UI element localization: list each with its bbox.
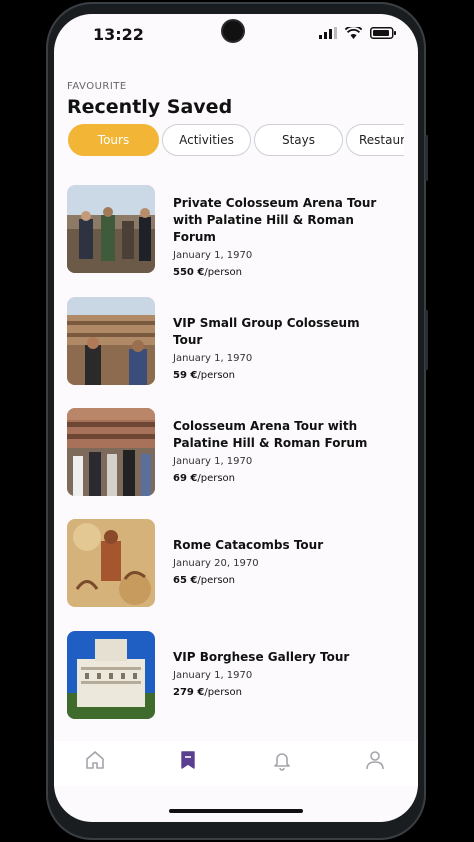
wifi-icon <box>345 27 362 39</box>
item-price: 59 € <box>173 370 198 381</box>
status-icons <box>319 27 396 39</box>
item-price-line: 59 €/person <box>173 370 393 381</box>
signal-icon <box>319 27 337 39</box>
item-info: Rome Catacombs Tour January 20, 1970 65 … <box>173 537 393 586</box>
home-indicator[interactable] <box>169 809 303 813</box>
item-date: January 1, 1970 <box>173 250 253 261</box>
item-price-line: 69 €/person <box>173 473 393 484</box>
bottom-nav <box>54 741 418 786</box>
item-date: January 1, 1970 <box>173 353 253 364</box>
page-title: Recently Saved <box>67 96 233 118</box>
item-price-unit: /person <box>197 473 236 484</box>
list-item[interactable]: VIP Borghese Gallery Tour January 1, 197… <box>67 631 407 719</box>
item-price-line: 65 €/person <box>173 575 393 586</box>
front-camera <box>223 21 243 41</box>
item-price-unit: /person <box>197 575 236 586</box>
screen: 13:22 FAVOURITE Recently Saved Tours Act… <box>54 14 418 822</box>
item-title: Colosseum Arena Tour with Palatine Hill … <box>173 419 368 450</box>
item-title: VIP Borghese Gallery Tour <box>173 650 350 664</box>
item-date: January 1, 1970 <box>173 670 253 681</box>
tab-activities[interactable]: Activities <box>162 124 251 156</box>
item-price-unit: /person <box>204 687 242 698</box>
tour-thumbnail <box>67 631 155 719</box>
item-price: 65 € <box>173 575 198 586</box>
power-button <box>425 310 428 370</box>
bookmark-icon[interactable] <box>177 749 199 771</box>
list-item[interactable]: Rome Catacombs Tour January 20, 1970 65 … <box>67 519 407 607</box>
tour-thumbnail <box>67 519 155 607</box>
status-time: 13:22 <box>93 25 144 44</box>
item-date: January 20, 1970 <box>173 558 259 569</box>
item-title: Private Colosseum Arena Tour with Palati… <box>173 196 377 244</box>
tour-thumbnail <box>67 185 155 273</box>
item-price-line: 279 €/person <box>173 687 393 698</box>
item-date: January 1, 1970 <box>173 456 253 467</box>
tab-stays[interactable]: Stays <box>254 124 343 156</box>
item-info: VIP Small Group Colosseum Tour January 1… <box>173 315 393 381</box>
item-info: Private Colosseum Arena Tour with Palati… <box>173 195 393 278</box>
list-item[interactable]: VIP Small Group Colosseum Tour January 1… <box>67 297 407 385</box>
list-item[interactable]: Private Colosseum Arena Tour with Palati… <box>67 185 407 278</box>
item-info: VIP Borghese Gallery Tour January 1, 197… <box>173 649 393 698</box>
item-price: 279 € <box>173 687 205 698</box>
item-info: Colosseum Arena Tour with Palatine Hill … <box>173 418 393 484</box>
tour-thumbnail <box>67 297 155 385</box>
item-title: VIP Small Group Colosseum Tour <box>173 316 360 347</box>
tab-tours[interactable]: Tours <box>68 124 159 156</box>
category-tabs: Tours Activities Stays Restaurants <box>68 124 404 156</box>
item-title: Rome Catacombs Tour <box>173 538 324 552</box>
home-icon[interactable] <box>84 749 106 771</box>
tab-restaurants[interactable]: Restaurants <box>346 124 404 156</box>
battery-icon <box>370 27 396 39</box>
list-item[interactable]: Colosseum Arena Tour with Palatine Hill … <box>67 408 407 496</box>
status-bar: 13:22 <box>54 14 418 58</box>
item-price: 550 € <box>173 267 205 278</box>
item-price-unit: /person <box>204 267 242 278</box>
item-price-line: 550 €/person <box>173 267 393 278</box>
user-icon[interactable] <box>364 749 386 771</box>
tour-thumbnail <box>67 408 155 496</box>
item-price: 69 € <box>173 473 198 484</box>
section-eyebrow: FAVOURITE <box>67 81 127 92</box>
item-price-unit: /person <box>197 370 236 381</box>
bell-icon[interactable] <box>271 749 293 771</box>
volume-button <box>425 135 428 181</box>
